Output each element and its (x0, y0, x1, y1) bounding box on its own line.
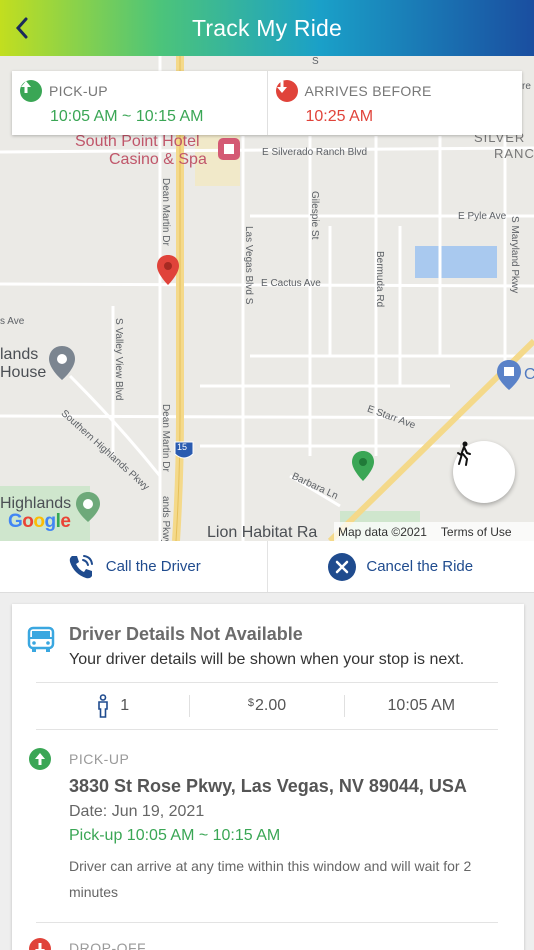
park-pin-icon (76, 492, 100, 522)
map-label-street: ands Pkwy (160, 496, 171, 541)
map-label-poi: House (0, 364, 47, 381)
cancel-ride-button[interactable]: Cancel the Ride (266, 541, 534, 592)
driver-status-subtitle: Your driver details will be shown when y… (69, 651, 465, 668)
map-label-street: s Ave (0, 316, 25, 327)
section-divider (36, 922, 498, 923)
map-view[interactable]: South Point Hotel Casino & Spa E Silvera… (0, 56, 534, 541)
arrives-before-time: 10:25 AM (305, 108, 374, 125)
arrow-up-icon (29, 748, 51, 770)
dropoff-section-label: DROP-OFF (69, 940, 147, 950)
pedestrian-icon (457, 441, 471, 466)
fare-amount: $2.00 (189, 695, 343, 717)
map-label-poi: Casino & Spa (109, 151, 207, 168)
arrow-down-icon (29, 938, 51, 950)
map-label-street: Dean Martin Dr (160, 404, 171, 472)
map-label-street: Bermuda Rd (374, 251, 385, 308)
pickup-label: PICK-UP (49, 83, 108, 99)
driver-status-title: Driver Details Not Available (69, 624, 303, 644)
arrow-down-icon (275, 80, 298, 102)
pickup-time-section: PICK-UP 10:05 AM ~ 10:15 AM (12, 71, 267, 135)
ride-details-card: Driver Details Not Available Your driver… (12, 604, 524, 950)
bus-icon (27, 626, 55, 652)
map-label-street: Gilespie St (309, 191, 320, 240)
map-label-poi: C (524, 366, 534, 383)
pickup-section-label: PICK-UP (69, 751, 130, 767)
pickup-address: 3830 St Rose Pkwy, Las Vegas, NV 89044, … (69, 776, 467, 796)
walking-mode-button[interactable] (453, 441, 515, 503)
back-button[interactable] (6, 12, 38, 44)
ride-times-card: PICK-UP 10:05 AM ~ 10:15 AM ARRIVES BEFO… (12, 71, 522, 135)
ride-stats-row: 1 $2.00 10:05 AM (36, 682, 498, 730)
map-label-poi: lands (0, 346, 39, 363)
phone-icon (69, 554, 93, 578)
header-bar: Track My Ride (0, 0, 534, 56)
chevron-left-icon (15, 17, 28, 39)
pickup-date: Date: Jun 19, 2021 (69, 803, 205, 820)
page-title: Track My Ride (192, 14, 342, 41)
map-label-street: S Maryland Pkwy (509, 216, 520, 294)
terms-of-use-link[interactable]: Terms of Use (441, 525, 512, 539)
currency-symbol: $ (247, 697, 254, 709)
hotel-pin-icon (218, 138, 240, 160)
fare-value: 2.00 (254, 697, 287, 714)
poi-pin-icon (49, 346, 75, 380)
pickup-window-detail: Pick-up 10:05 AM ~ 10:15 AM (69, 827, 281, 844)
google-logo: Google (8, 511, 71, 532)
arrives-before-label: ARRIVES BEFORE (304, 83, 432, 99)
call-driver-label: Call the Driver (105, 558, 201, 575)
map-label-street: E Pyle Ave (458, 211, 507, 222)
map-label-street: Las Vegas Blvd S (243, 226, 254, 305)
passenger-count: 1 (36, 683, 189, 729)
close-circle-icon (328, 552, 357, 581)
pickup-pin-icon[interactable] (350, 449, 376, 483)
pickup-window: 10:05 AM ~ 10:15 AM (50, 108, 204, 125)
cancel-ride-label: Cancel the Ride (366, 558, 474, 575)
shop-pin-icon (497, 360, 521, 390)
map-label-poi: South Point Hotel (75, 133, 200, 150)
scheduled-time-value: 10:05 AM (387, 697, 456, 714)
arrival-time-section: ARRIVES BEFORE 10:25 AM (266, 71, 523, 135)
map-label-street: E Silverado Ranch Blvd (262, 147, 368, 158)
arrow-up-icon (20, 80, 42, 102)
map-label-area: RANC (494, 146, 534, 161)
scheduled-time: 10:05 AM (343, 695, 498, 717)
dropoff-pin-icon[interactable] (155, 253, 181, 287)
passenger-count-value: 1 (120, 697, 130, 714)
map-label-poi: Lion Habitat Ra (207, 524, 318, 541)
map-label-street: S (312, 56, 319, 67)
ride-actions-bar: Call the Driver Cancel the Ride (0, 541, 534, 593)
map-label-street: E Cactus Ave (261, 278, 321, 289)
call-driver-button[interactable]: Call the Driver (0, 541, 267, 592)
map-copyright: Map data ©2021 (338, 524, 427, 539)
highway-shield-label: 15 (177, 442, 188, 452)
map-label-street: re (522, 81, 531, 92)
pickup-wait-note: Driver can arrive at any time within thi… (69, 858, 472, 900)
person-icon (98, 694, 109, 718)
map-attribution: Map data ©2021 Terms of Use (334, 522, 534, 541)
map-label-street: S Valley View Blvd (113, 318, 124, 401)
map-label-street: Dean Martin Dr (160, 178, 171, 246)
